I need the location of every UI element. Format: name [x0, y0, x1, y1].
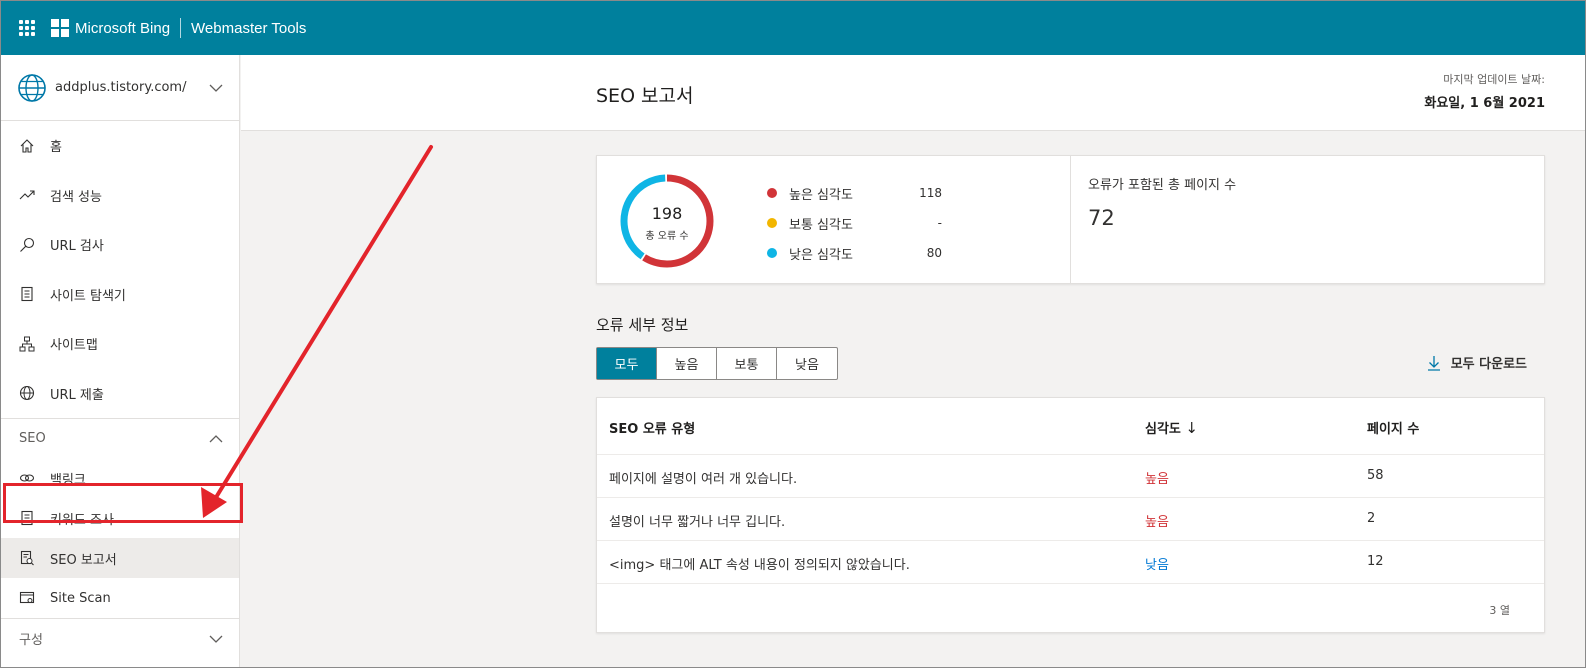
- cell-severity: 높음: [1145, 515, 1169, 530]
- globe-small-icon: [19, 386, 35, 401]
- last-update-date: 화요일, 1 6월 2021: [1424, 96, 1545, 111]
- total-errors-label: 총 오류 수: [645, 231, 689, 242]
- section-label: 구성: [19, 633, 43, 648]
- sidebar-item-label: 검색 성능: [50, 189, 102, 205]
- section-label: SEO: [19, 431, 46, 446]
- cell-error-type: 페이지에 설명이 여러 개 있습니다.: [609, 472, 798, 487]
- error-details-title: 오류 세부 정보: [596, 316, 689, 334]
- legend-value: -: [937, 216, 942, 230]
- page-title: SEO 보고서: [596, 85, 694, 107]
- total-errors-value: 198: [651, 204, 683, 223]
- legend-value: 80: [926, 246, 942, 260]
- document-list-icon: [21, 287, 33, 302]
- globe-icon: [18, 73, 46, 102]
- cell-page-count: 12: [1367, 554, 1384, 569]
- sidebar-item-seo-reports[interactable]: SEO 보고서: [1, 538, 239, 578]
- column-header-severity[interactable]: 심각도 ↓: [1145, 418, 1198, 437]
- sidebar: addplus.tistory.com/ 홈 검색 성능 URL 검사 사이트 …: [1, 55, 240, 667]
- legend-label: 낮은 심각도: [789, 247, 853, 263]
- site-selector[interactable]: addplus.tistory.com/: [1, 55, 239, 121]
- legend-item-low: 낮은 심각도 80: [767, 238, 942, 268]
- sidebar-item-url-inspection[interactable]: URL 검사: [1, 220, 239, 270]
- legend-dot: [767, 188, 777, 198]
- cell-error-type: <img> 태그에 ALT 속성 내용이 정의되지 않았습니다.: [609, 558, 910, 573]
- report-icon: [20, 550, 34, 566]
- card-divider: [1070, 156, 1071, 284]
- sidebar-item-site-scan[interactable]: Site Scan: [1, 578, 239, 618]
- home-icon: [20, 138, 34, 153]
- sort-arrow-icon: ↓: [1185, 419, 1198, 437]
- download-all-label: 모두 다운로드: [1450, 357, 1527, 372]
- brand-name[interactable]: Microsoft Bing: [75, 20, 170, 37]
- pages-with-errors-label: 오류가 포함된 총 페이지 수: [1088, 178, 1237, 193]
- severity-legend: 높은 심각도 118 보통 심각도 - 낮은 심각도 80: [767, 178, 942, 268]
- table-row[interactable]: 설명이 너무 짧거나 너무 깁니다. 높음 2: [597, 498, 1544, 541]
- sidebar-item-label: 사이트 탐색기: [50, 288, 126, 304]
- sidebar-item-label: 사이트맵: [50, 338, 98, 354]
- microsoft-logo-icon: [51, 19, 69, 37]
- site-name: addplus.tistory.com/: [55, 80, 187, 95]
- sidebar-item-url-submission[interactable]: URL 제출: [1, 369, 239, 419]
- cell-error-type: 설명이 너무 짧거나 너무 깁니다.: [609, 515, 786, 530]
- severity-filter-tabs: 모두 높음 보통 낮음: [596, 347, 838, 380]
- cell-page-count: 2: [1367, 511, 1376, 526]
- product-name[interactable]: Webmaster Tools: [191, 20, 306, 37]
- brand-separator: [180, 18, 182, 38]
- summary-card: 198 총 오류 수 높은 심각도 118 보통 심각도 - 낮은 심각도 80…: [596, 155, 1545, 284]
- app-launcher-icon[interactable]: [19, 20, 35, 36]
- cell-severity: 낮음: [1145, 558, 1169, 573]
- sidebar-item-label: 홈: [50, 140, 62, 156]
- sidebar-item-label: SEO 보고서: [50, 552, 117, 568]
- cell-page-count: 58: [1367, 468, 1384, 483]
- legend-item-high: 높은 심각도 118: [767, 178, 942, 208]
- table-row[interactable]: 페이지에 설명이 여러 개 있습니다. 높음 58: [597, 455, 1544, 498]
- legend-item-medium: 보통 심각도 -: [767, 208, 942, 238]
- tab-low[interactable]: 낮음: [777, 348, 837, 379]
- sidebar-item-sitemaps[interactable]: 사이트맵: [1, 319, 239, 369]
- sidebar-item-home[interactable]: 홈: [1, 121, 239, 171]
- legend-value: 118: [919, 186, 942, 200]
- chevron-up-icon[interactable]: [209, 432, 223, 446]
- legend-label: 높은 심각도: [789, 187, 853, 203]
- sidebar-item-site-explorer[interactable]: 사이트 탐색기: [1, 270, 239, 320]
- column-header-page-count[interactable]: 페이지 수: [1367, 418, 1419, 437]
- last-update-label: 마지막 업데이트 날짜:: [1443, 73, 1545, 86]
- sidebar-item-label: URL 제출: [50, 387, 104, 403]
- legend-dot: [767, 218, 777, 228]
- download-all-button[interactable]: 모두 다운로드: [1427, 353, 1527, 372]
- tab-all[interactable]: 모두: [597, 348, 657, 379]
- seo-errors-table: SEO 오류 유형 심각도 ↓ 페이지 수 페이지에 설명이 여러 개 있습니다…: [596, 397, 1545, 633]
- chevron-down-icon[interactable]: [209, 81, 223, 95]
- download-icon: [1427, 355, 1440, 371]
- sidebar-item-search-performance[interactable]: 검색 성능: [1, 171, 239, 221]
- table-row[interactable]: <img> 태그에 ALT 속성 내용이 정의되지 않았습니다. 낮음 12: [597, 541, 1544, 584]
- column-header-error-type[interactable]: SEO 오류 유형: [609, 418, 695, 437]
- sitemap-icon: [19, 336, 35, 352]
- page-header: SEO 보고서 마지막 업데이트 날짜: 화요일, 1 6월 2021: [241, 55, 1585, 131]
- legend-dot: [767, 248, 777, 258]
- row-count: 3 열: [1489, 604, 1510, 617]
- sidebar-item-label: Site Scan: [50, 590, 111, 606]
- legend-label: 보통 심각도: [789, 217, 853, 233]
- chevron-down-icon[interactable]: [209, 632, 223, 646]
- trending-up-icon: [19, 190, 35, 200]
- column-header-label: 심각도: [1145, 422, 1181, 437]
- site-scan-icon: [19, 591, 35, 604]
- sidebar-section-seo[interactable]: SEO: [1, 418, 239, 458]
- cell-severity: 높음: [1145, 472, 1169, 487]
- annotation-highlight-box: [3, 483, 243, 523]
- sidebar-section-config[interactable]: 구성: [1, 618, 239, 658]
- sidebar-item-label: URL 검사: [50, 239, 104, 255]
- tab-high[interactable]: 높음: [657, 348, 717, 379]
- pages-with-errors-value: 72: [1088, 206, 1115, 230]
- tab-medium[interactable]: 보통: [717, 348, 777, 379]
- top-bar: Microsoft Bing Webmaster Tools: [1, 1, 1585, 55]
- search-icon: [20, 237, 35, 252]
- table-header: SEO 오류 유형 심각도 ↓ 페이지 수: [597, 398, 1544, 455]
